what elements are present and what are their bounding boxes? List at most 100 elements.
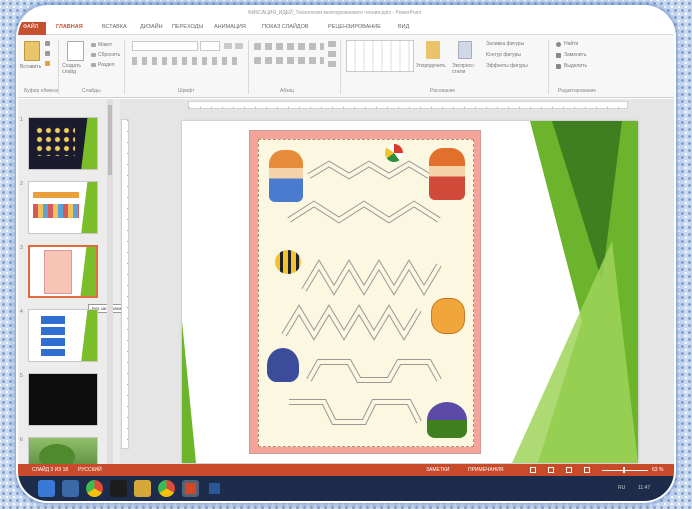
drawing-group-label: Рисование bbox=[430, 88, 456, 94]
tab-home[interactable]: ГЛАВНАЯ bbox=[56, 24, 83, 30]
boy-character-left bbox=[269, 150, 303, 202]
dog-character-icon bbox=[431, 298, 465, 334]
comments-button[interactable]: ПРИМЕЧАНИЯ bbox=[468, 467, 504, 473]
clock[interactable]: 11:47 bbox=[638, 485, 650, 491]
font-format-buttons[interactable] bbox=[132, 57, 242, 65]
slide-counter: СЛАЙД 3 ИЗ 18 bbox=[32, 467, 69, 473]
text-direction-buttons[interactable] bbox=[328, 41, 336, 69]
slide-sorter-icon[interactable] bbox=[548, 467, 554, 473]
shapes-gallery[interactable] bbox=[346, 40, 414, 72]
tab-animation[interactable]: АНИМАЦИЯ bbox=[214, 24, 246, 30]
cut-icon[interactable] bbox=[45, 41, 50, 46]
scrollbar-thumb[interactable] bbox=[108, 105, 112, 175]
tab-view[interactable]: ВИД bbox=[398, 24, 409, 30]
align-buttons[interactable] bbox=[254, 57, 324, 64]
find-button[interactable]: Найти bbox=[564, 41, 578, 47]
slide-thumbnail-4[interactable] bbox=[28, 309, 98, 362]
slide-thumbnail-2[interactable] bbox=[28, 181, 98, 234]
separator bbox=[58, 40, 59, 94]
layout-button[interactable]: Макет bbox=[98, 42, 112, 48]
arrange-button[interactable]: Упорядочить bbox=[416, 63, 446, 69]
tab-review[interactable]: РЕЦЕНЗИРОВАНИЕ bbox=[328, 24, 381, 30]
slide-thumbnail-3[interactable] bbox=[28, 245, 98, 298]
font-size-select[interactable] bbox=[200, 41, 220, 51]
thumb-number: 3 bbox=[20, 245, 23, 251]
title-bar: ФИКСАЦИЯ_ИДЕЙ_Технологии многоуровневого… bbox=[18, 7, 674, 22]
editing-group-label: Редактирование bbox=[558, 88, 597, 94]
replace-icon[interactable] bbox=[556, 53, 561, 58]
font-name-select[interactable] bbox=[132, 41, 198, 51]
thumb-green-shape bbox=[81, 310, 97, 361]
notes-button[interactable]: ЗАМЕТКИ bbox=[426, 467, 449, 473]
explorer-icon[interactable] bbox=[62, 480, 79, 497]
keyboard-language[interactable]: RU bbox=[618, 485, 625, 491]
tab-design[interactable]: ДИЗАЙН bbox=[140, 24, 163, 30]
grow-font-icon[interactable] bbox=[224, 43, 232, 49]
list-buttons[interactable] bbox=[254, 43, 324, 50]
section-button[interactable]: Раздел bbox=[98, 62, 115, 68]
slide-thumbnail-5[interactable] bbox=[28, 373, 98, 426]
word-icon bbox=[209, 483, 220, 494]
powerpoint-icon bbox=[185, 483, 196, 494]
green-shape-left bbox=[182, 321, 196, 463]
new-slide-button[interactable]: Создать слайд bbox=[62, 63, 90, 75]
section-icon[interactable] bbox=[91, 63, 96, 67]
media-player-icon[interactable] bbox=[110, 480, 127, 497]
reset-button[interactable]: Сбросить bbox=[98, 52, 120, 58]
shrink-font-icon[interactable] bbox=[235, 43, 243, 49]
find-icon[interactable] bbox=[556, 42, 561, 47]
chrome-icon[interactable] bbox=[86, 480, 103, 497]
zoom-level[interactable]: 63 % bbox=[652, 467, 663, 473]
quick-styles-button[interactable]: Экспресс-стили bbox=[452, 63, 482, 75]
separator bbox=[124, 40, 125, 94]
tab-insert[interactable]: ВСТАВКА bbox=[102, 24, 127, 30]
language-indicator[interactable]: РУССКИЙ bbox=[78, 467, 102, 473]
powerpoint-taskbar-item[interactable] bbox=[182, 480, 199, 497]
thumb-maze bbox=[44, 250, 72, 294]
maze-worksheet[interactable] bbox=[249, 130, 481, 454]
thumb-title-bar bbox=[33, 192, 79, 198]
new-slide-icon[interactable] bbox=[67, 41, 84, 61]
thumbnails-scrollbar[interactable] bbox=[107, 99, 113, 475]
slide-thumbnail-1[interactable] bbox=[28, 117, 98, 170]
thumb-green-shape bbox=[81, 118, 97, 169]
start-windows-icon[interactable] bbox=[38, 480, 55, 497]
thumb-blue-pictures bbox=[41, 316, 65, 356]
zoom-slider[interactable] bbox=[602, 470, 648, 471]
slide-canvas[interactable] bbox=[182, 121, 638, 463]
format-painter-icon[interactable] bbox=[45, 61, 50, 66]
shape-fill-button[interactable]: Заливка фигуры bbox=[486, 41, 524, 47]
tab-transitions[interactable]: ПЕРЕХОДЫ bbox=[172, 24, 203, 30]
reset-icon[interactable] bbox=[91, 53, 96, 57]
tab-slideshow[interactable]: ПОКАЗ СЛАЙДОВ bbox=[262, 24, 309, 30]
word-taskbar-item[interactable] bbox=[206, 480, 223, 497]
thumb-flowers bbox=[35, 126, 75, 156]
shape-outline-button[interactable]: Контур фигуры bbox=[486, 52, 521, 58]
paste-button[interactable]: Вставить bbox=[20, 64, 41, 70]
tab-file[interactable]: ФАЙЛ bbox=[18, 22, 46, 35]
thumb-green-shape bbox=[81, 182, 97, 233]
select-icon[interactable] bbox=[556, 64, 561, 69]
layout-icon[interactable] bbox=[91, 43, 96, 47]
ruler-ticks bbox=[127, 120, 128, 448]
folder-icon[interactable] bbox=[134, 480, 151, 497]
reading-view-icon[interactable] bbox=[566, 467, 572, 473]
select-button[interactable]: Выделить bbox=[564, 63, 587, 69]
bird-icon bbox=[267, 348, 299, 382]
quick-styles-icon[interactable] bbox=[458, 41, 472, 59]
normal-view-icon[interactable] bbox=[530, 467, 536, 473]
copy-icon[interactable] bbox=[45, 51, 50, 56]
arrange-icon[interactable] bbox=[426, 41, 440, 59]
ball-icon bbox=[385, 144, 403, 162]
shape-effects-button[interactable]: Эффекты фигуры bbox=[486, 63, 528, 69]
screen-frame: ФИКСАЦИЯ_ИДЕЙ_Технологии многоуровневого… bbox=[18, 7, 674, 501]
status-bar: СЛАЙД 3 ИЗ 18 РУССКИЙ ЗАМЕТКИ ПРИМЕЧАНИЯ… bbox=[18, 464, 674, 476]
workspace: 1 2 3 Без заголовка 4 5 bbox=[18, 99, 674, 490]
separator bbox=[248, 40, 249, 94]
paste-icon[interactable] bbox=[24, 41, 40, 61]
girl-character-right bbox=[429, 148, 465, 200]
replace-button[interactable]: Заменить bbox=[564, 52, 586, 58]
slideshow-icon[interactable] bbox=[584, 467, 590, 473]
zoom-slider-thumb[interactable] bbox=[623, 467, 625, 473]
chrome-icon-2[interactable] bbox=[158, 480, 175, 497]
